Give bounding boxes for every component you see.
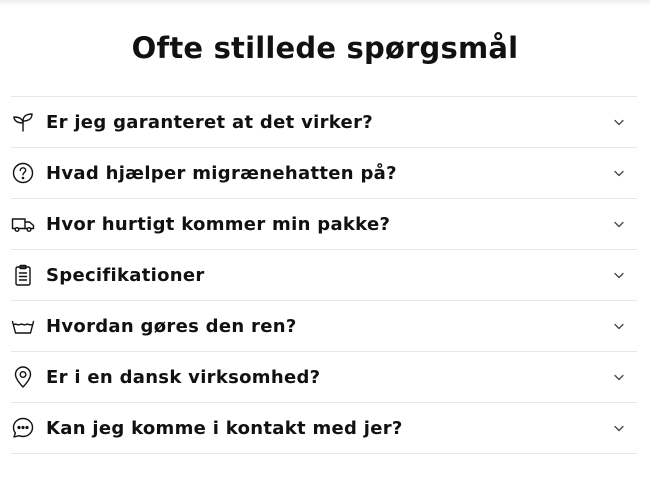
faq-item-what-helps[interactable]: Hvad hjælper migrænehatten på? [11,148,637,199]
top-edge-shadow [0,0,650,6]
faq-item-danish-company[interactable]: Er i en dansk virksomhed? [11,352,637,403]
chevron-down-icon [613,371,625,383]
faq-item-label: Er i en dansk virksomhed? [46,366,321,388]
faq-item-label: Kan jeg komme i kontakt med jer? [46,417,403,439]
truck-icon [11,212,35,236]
chevron-down-icon [613,167,625,179]
map-pin-icon [11,365,35,389]
chevron-down-icon [613,422,625,434]
chat-bubble-icon [11,416,35,440]
clipboard-icon [11,263,35,287]
faq-item-delivery[interactable]: Hvor hurtigt kommer min pakke? [11,199,637,250]
faq-item-contact[interactable]: Kan jeg komme i kontakt med jer? [11,403,637,454]
question-circle-icon [11,161,35,185]
faq-item-label: Hvad hjælper migrænehatten på? [46,162,397,184]
faq-item-guarantee[interactable]: Er jeg garanteret at det virker? [11,97,637,148]
faq-item-cleaning[interactable]: Hvordan gøres den ren? [11,301,637,352]
faq-item-label: Er jeg garanteret at det virker? [46,111,373,133]
faq-title: Ofte stillede spørgsmål [131,31,519,65]
chevron-down-icon [613,320,625,332]
faq-item-label: Specifikationer [46,264,205,286]
chevron-down-icon [613,269,625,281]
chevron-down-icon [613,218,625,230]
chevron-down-icon [613,116,625,128]
faq-item-specifications[interactable]: Specifikationer [11,250,637,301]
wash-basin-icon [11,314,35,338]
faq-list: Er jeg garanteret at det virker? Hvad hj… [11,96,637,454]
sprout-icon [11,110,35,134]
faq-item-label: Hvor hurtigt kommer min pakke? [46,213,391,235]
faq-item-label: Hvordan gøres den ren? [46,315,297,337]
